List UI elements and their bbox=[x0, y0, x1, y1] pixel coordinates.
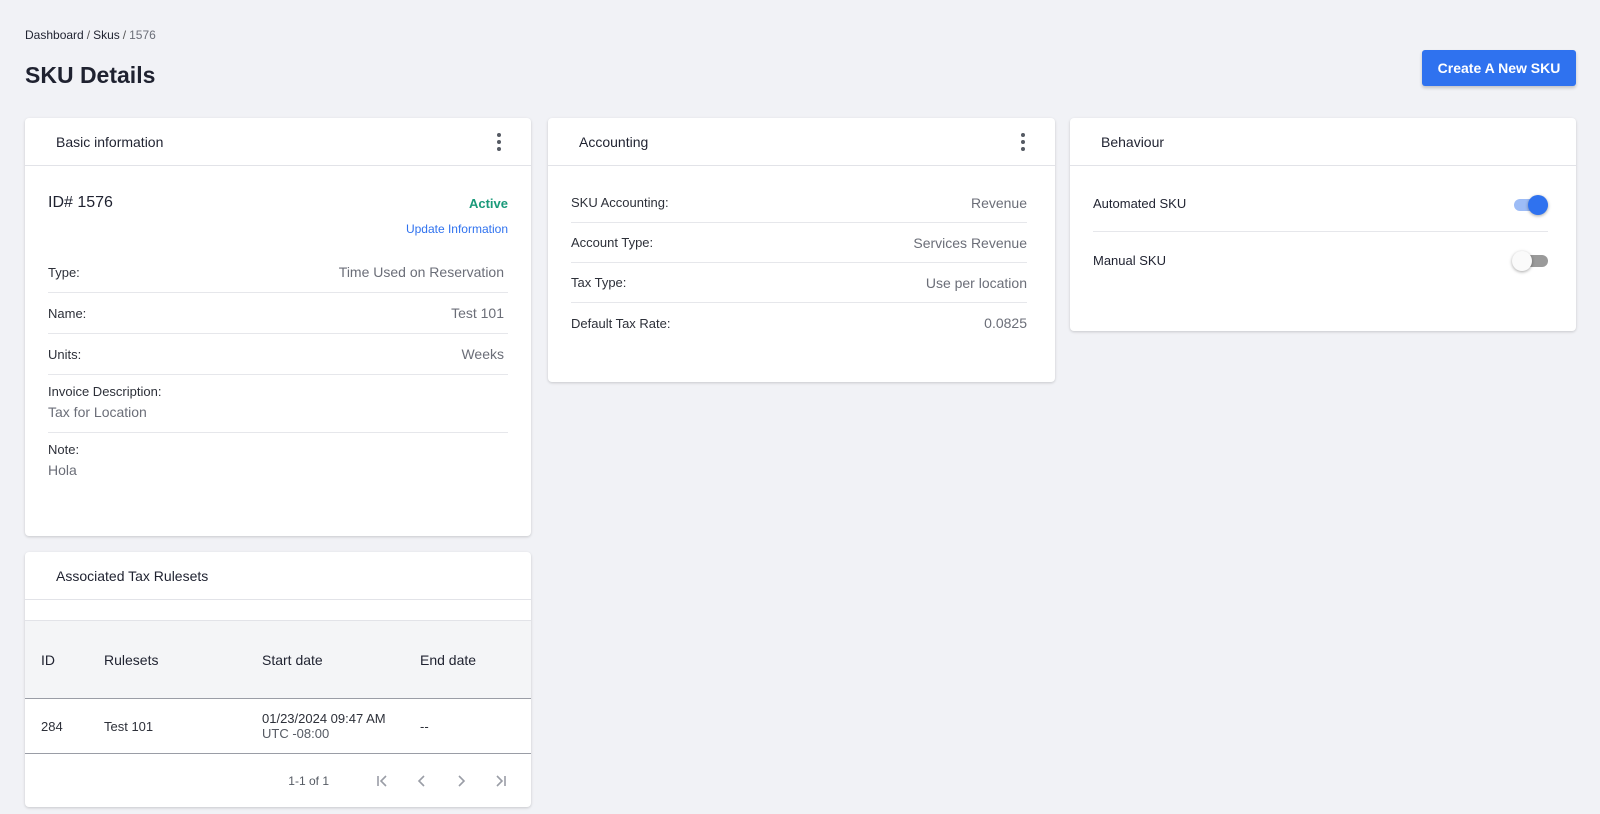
default-tax-rate-label: Default Tax Rate: bbox=[571, 315, 671, 331]
manual-sku-label: Manual SKU bbox=[1093, 252, 1166, 268]
column-header-start-date[interactable]: Start date bbox=[262, 621, 420, 699]
cell-ruleset: Test 101 bbox=[104, 718, 154, 734]
account-type-value: Services Revenue bbox=[913, 234, 1027, 251]
accounting-header: Accounting bbox=[548, 118, 1055, 166]
table-header-row: ID Rulesets Start date End date bbox=[25, 620, 531, 699]
invoice-description-value: Tax for Location bbox=[48, 404, 147, 420]
invoice-description-label: Invoice Description: bbox=[48, 384, 162, 399]
tax-rulesets-table-wrap: ID Rulesets Start date End date 284 Test… bbox=[25, 620, 531, 807]
sku-accounting-label: SKU Accounting: bbox=[571, 195, 669, 210]
pagination: 1-1 of 1 bbox=[25, 754, 531, 807]
units-label: Units: bbox=[48, 346, 82, 362]
manual-sku-toggle[interactable] bbox=[1512, 250, 1548, 271]
more-vert-icon[interactable] bbox=[489, 130, 509, 154]
cell-start-date: 01/23/2024 09:47 AM UTC -08:00 bbox=[262, 699, 420, 754]
column-header-end-date[interactable]: End date bbox=[420, 621, 531, 699]
start-date-value: 01/23/2024 09:47 AM bbox=[262, 711, 386, 726]
accounting-title: Accounting bbox=[579, 133, 649, 150]
tax-rulesets-card: Associated Tax Rulesets ID Rulesets Star… bbox=[25, 552, 531, 807]
name-row: Name: Test 101 bbox=[48, 293, 508, 334]
automated-sku-label: Automated SKU bbox=[1093, 196, 1187, 211]
column-header-id[interactable]: ID bbox=[25, 621, 104, 699]
note-block: Note: Hola bbox=[48, 433, 508, 490]
note-label: Note: bbox=[48, 442, 80, 457]
units-row: Units: Weeks bbox=[48, 334, 508, 375]
behaviour-list: Automated SKU Manual SKU bbox=[1070, 176, 1576, 288]
breadcrumb: Dashboard / Skus / 1576 bbox=[25, 28, 156, 42]
default-tax-rate-row: Default Tax Rate: 0.0825 bbox=[571, 303, 1027, 343]
type-row: Type: Time Used on Reservation bbox=[48, 252, 508, 293]
column-header-rulesets[interactable]: Rulesets bbox=[104, 621, 262, 699]
tax-type-label: Tax Type: bbox=[571, 275, 627, 290]
units-value: Weeks bbox=[461, 346, 504, 362]
invoice-description-block: Invoice Description: Tax for Location bbox=[48, 375, 508, 433]
breadcrumb-separator: / bbox=[86, 28, 91, 42]
behaviour-header: Behaviour bbox=[1070, 118, 1576, 166]
start-date-timezone: UTC -08:00 bbox=[262, 726, 330, 741]
cell-end-date: -- bbox=[420, 718, 429, 734]
tax-rulesets-header: Associated Tax Rulesets bbox=[25, 552, 531, 600]
accounting-card: Accounting SKU Accounting: Revenue Accou… bbox=[548, 118, 1055, 382]
name-label: Name: bbox=[48, 305, 87, 321]
manual-sku-row: Manual SKU bbox=[1093, 232, 1548, 288]
more-vert-icon[interactable] bbox=[1013, 130, 1033, 154]
automated-sku-toggle[interactable] bbox=[1514, 194, 1548, 215]
table-row[interactable]: 284 Test 101 01/23/2024 09:47 AM UTC -08… bbox=[25, 699, 531, 754]
sku-accounting-row: SKU Accounting: Revenue bbox=[571, 183, 1027, 223]
update-information-link[interactable]: Update Information bbox=[406, 222, 508, 236]
basic-info-list: Type: Time Used on Reservation Name: Tes… bbox=[48, 252, 508, 490]
breadcrumb-separator: / bbox=[122, 28, 127, 42]
page-title: SKU Details bbox=[25, 62, 156, 88]
cell-id: 284 bbox=[41, 718, 63, 734]
account-type-row: Account Type: Services Revenue bbox=[571, 223, 1027, 263]
sku-id-label: ID# 1576 bbox=[48, 194, 113, 211]
tax-rulesets-title: Associated Tax Rulesets bbox=[56, 567, 209, 584]
tax-rulesets-table: ID Rulesets Start date End date 284 Test… bbox=[25, 620, 531, 754]
type-label: Type: bbox=[48, 264, 80, 280]
pagination-range: 1-1 of 1 bbox=[288, 774, 329, 788]
previous-page-icon[interactable] bbox=[402, 766, 441, 796]
default-tax-rate-value: 0.0825 bbox=[984, 315, 1027, 331]
breadcrumb-current: 1576 bbox=[129, 28, 156, 42]
behaviour-title: Behaviour bbox=[1101, 133, 1165, 150]
behaviour-card: Behaviour Automated SKU Manual SKU bbox=[1070, 118, 1576, 331]
basic-information-header: Basic information bbox=[25, 118, 531, 166]
status-badge: Active bbox=[468, 196, 508, 211]
sku-accounting-value: Revenue bbox=[970, 194, 1027, 211]
next-page-icon[interactable] bbox=[441, 766, 480, 796]
note-value: Hola bbox=[48, 462, 77, 478]
basic-information-card: Basic information ID# 1576 Active Update… bbox=[25, 118, 531, 536]
automated-sku-row: Automated SKU bbox=[1093, 176, 1548, 232]
breadcrumb-skus[interactable]: Skus bbox=[93, 28, 120, 42]
account-type-label: Account Type: bbox=[571, 235, 654, 250]
basic-information-title: Basic information bbox=[56, 133, 164, 150]
breadcrumb-dashboard[interactable]: Dashboard bbox=[25, 28, 84, 42]
type-value: Time Used on Reservation bbox=[338, 264, 504, 280]
first-page-icon[interactable] bbox=[363, 766, 402, 796]
create-sku-button[interactable]: Create A New SKU bbox=[1422, 50, 1576, 86]
last-page-icon[interactable] bbox=[480, 766, 519, 796]
tax-type-value: Use per location bbox=[925, 274, 1027, 291]
accounting-list: SKU Accounting: Revenue Account Type: Se… bbox=[548, 183, 1055, 343]
tax-type-row: Tax Type: Use per location bbox=[571, 263, 1027, 303]
name-value: Test 101 bbox=[451, 305, 504, 321]
